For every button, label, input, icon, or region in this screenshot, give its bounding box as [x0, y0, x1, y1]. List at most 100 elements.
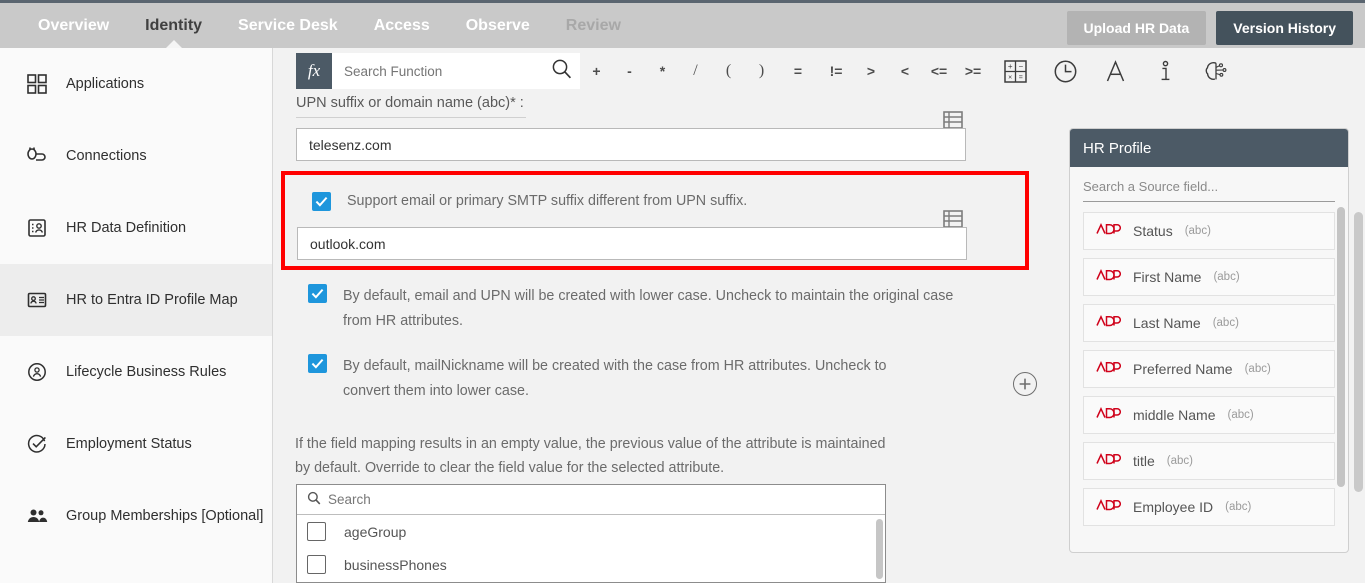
left-sidebar: Applications Connections HR Data Definit…: [0, 48, 273, 583]
operator-equals[interactable]: =: [778, 53, 818, 89]
text-format-icon[interactable]: [1090, 53, 1140, 89]
hr-field-item[interactable]: Employee ID (abc): [1083, 488, 1335, 526]
calculator-icon[interactable]: + − × =: [990, 53, 1040, 89]
hr-field-type: (abc): [1213, 271, 1240, 283]
hr-field-item[interactable]: Last Name (abc): [1083, 304, 1335, 342]
sidebar-item-applications[interactable]: Applications: [0, 48, 272, 120]
fx-function-button[interactable]: fx: [296, 53, 332, 89]
operator-greater-than[interactable]: >: [854, 53, 888, 89]
table-grid-icon-smtp[interactable]: [943, 210, 963, 228]
adp-logo-icon: [1095, 452, 1121, 471]
nav-tab-service-desk[interactable]: Service Desk: [220, 3, 356, 48]
upload-hr-data-button[interactable]: Upload HR Data: [1066, 11, 1207, 45]
sidebar-item-connections[interactable]: Connections: [0, 120, 272, 192]
hr-profile-search-input[interactable]: Search a Source field...: [1083, 179, 1335, 202]
hr-profile-field-list: Status (abc) First Name (abc) Last Name …: [1070, 202, 1348, 526]
operator-minus[interactable]: -: [613, 53, 646, 89]
attribute-list-scrollbar[interactable]: [876, 519, 883, 579]
svg-text:−: −: [1018, 62, 1023, 71]
plug-connection-icon: [26, 145, 48, 167]
adp-logo-icon: [1095, 406, 1121, 425]
adp-logo-icon: [1095, 360, 1121, 379]
hr-field-item[interactable]: title (abc): [1083, 442, 1335, 480]
top-navigation-bar: Overview Identity Service Desk Access Ob…: [0, 0, 1365, 48]
hr-field-type: (abc): [1184, 225, 1211, 237]
attribute-label: ageGroup: [344, 523, 407, 540]
clock-icon[interactable]: [1040, 53, 1090, 89]
attribute-checkbox[interactable]: [307, 522, 326, 541]
adp-logo-icon: [1095, 498, 1121, 517]
lowercase-option-label: By default, email and UPN will be create…: [343, 288, 954, 329]
sidebar-item-hr-data-definition[interactable]: HR Data Definition: [0, 192, 272, 264]
upn-suffix-label-text: UPN suffix or domain name (abc): [296, 95, 511, 111]
smtp-checkbox[interactable]: [312, 192, 331, 211]
nav-tabs: Overview Identity Service Desk Access Ob…: [20, 3, 639, 48]
function-search-box[interactable]: [332, 53, 580, 89]
sidebar-item-label: Connections: [66, 148, 147, 164]
hr-profile-scrollbar[interactable]: [1337, 207, 1345, 487]
page-scrollbar-thumb[interactable]: [1354, 212, 1363, 492]
operator-multiply[interactable]: *: [646, 53, 679, 89]
hr-field-type: (abc): [1166, 455, 1193, 467]
hr-field-name: Employee ID: [1133, 499, 1214, 515]
mailnickname-option-row[interactable]: By default, mailNickname will be created…: [308, 354, 928, 404]
sidebar-item-hr-to-entra-id-profile-map[interactable]: HR to Entra ID Profile Map: [0, 264, 272, 336]
nav-tab-overview[interactable]: Overview: [20, 3, 127, 48]
mailnickname-option-label: By default, mailNickname will be created…: [343, 358, 887, 399]
version-history-button[interactable]: Version History: [1216, 11, 1353, 45]
nav-tab-review[interactable]: Review: [548, 3, 639, 48]
smtp-checkbox-row[interactable]: Support email or primary SMTP suffix dif…: [312, 192, 972, 211]
sidebar-item-lifecycle-business-rules[interactable]: Lifecycle Business Rules: [0, 336, 272, 408]
operator-not-equals[interactable]: !=: [818, 53, 854, 89]
info-icon[interactable]: [1140, 53, 1190, 89]
svg-text:×: ×: [1008, 74, 1012, 81]
sidebar-item-label: HR to Entra ID Profile Map: [66, 292, 238, 308]
operator-open-paren[interactable]: (: [712, 53, 745, 89]
hr-field-name: middle Name: [1133, 407, 1216, 423]
profile-map-card-icon: [26, 289, 48, 311]
formula-toolbar: fx + - * / ( ) = != > < <= >= +−×=: [296, 53, 1240, 89]
label-underline: [296, 117, 526, 118]
operator-divide[interactable]: /: [679, 53, 712, 89]
smtp-suffix-input[interactable]: [297, 227, 967, 260]
upn-suffix-label: UPN suffix or domain name (abc)* :: [296, 95, 524, 111]
hr-profile-panel: HR Profile Search a Source field... Stat…: [1069, 128, 1349, 553]
nav-tab-access[interactable]: Access: [356, 3, 448, 48]
lowercase-option-checkbox[interactable]: [308, 284, 327, 303]
operator-greater-equal[interactable]: >=: [956, 53, 990, 89]
operator-plus[interactable]: +: [580, 53, 613, 89]
attribute-list-item[interactable]: businessPhones: [297, 548, 885, 581]
table-grid-icon-upn[interactable]: [943, 111, 963, 129]
operator-buttons: + - * / ( ) = != > < <= >= + − × =: [580, 53, 1240, 89]
sidebar-item-group-memberships[interactable]: Group Memberships [Optional]: [0, 480, 272, 552]
smtp-checkbox-label: Support email or primary SMTP suffix dif…: [347, 193, 748, 209]
hr-field-name: Last Name: [1133, 315, 1201, 331]
upn-suffix-input[interactable]: [296, 128, 966, 161]
search-function-input[interactable]: [344, 63, 551, 79]
lowercase-option-row[interactable]: By default, email and UPN will be create…: [308, 284, 958, 334]
operator-less-equal[interactable]: <=: [922, 53, 956, 89]
smtp-suffix-highlight-box: Support email or primary SMTP suffix dif…: [281, 171, 1029, 270]
add-circle-icon[interactable]: [1013, 372, 1037, 396]
operator-less-than[interactable]: <: [888, 53, 922, 89]
nav-tab-observe[interactable]: Observe: [448, 3, 548, 48]
adp-logo-icon: [1095, 314, 1121, 333]
attribute-search-row[interactable]: Search: [297, 485, 885, 515]
hr-field-item[interactable]: middle Name (abc): [1083, 396, 1335, 434]
ai-brain-icon[interactable]: [1190, 53, 1240, 89]
people-group-icon: [26, 505, 48, 527]
operator-close-paren[interactable]: ): [745, 53, 778, 89]
hr-field-item[interactable]: First Name (abc): [1083, 258, 1335, 296]
hr-field-item[interactable]: Status (abc): [1083, 212, 1335, 250]
hr-field-item[interactable]: Preferred Name (abc): [1083, 350, 1335, 388]
nav-tab-identity[interactable]: Identity: [127, 3, 220, 48]
sidebar-item-employment-status[interactable]: Employment Status: [0, 408, 272, 480]
field-mapping-note: If the field mapping results in an empty…: [295, 436, 886, 476]
attribute-list-item[interactable]: ageGroup: [297, 515, 885, 548]
hr-profile-title: HR Profile: [1070, 129, 1348, 167]
attribute-checkbox[interactable]: [307, 555, 326, 574]
mailnickname-option-checkbox[interactable]: [308, 354, 327, 373]
sidebar-item-label: Applications: [66, 76, 145, 92]
hr-field-type: (abc): [1244, 363, 1271, 375]
hr-field-type: (abc): [1212, 317, 1239, 329]
